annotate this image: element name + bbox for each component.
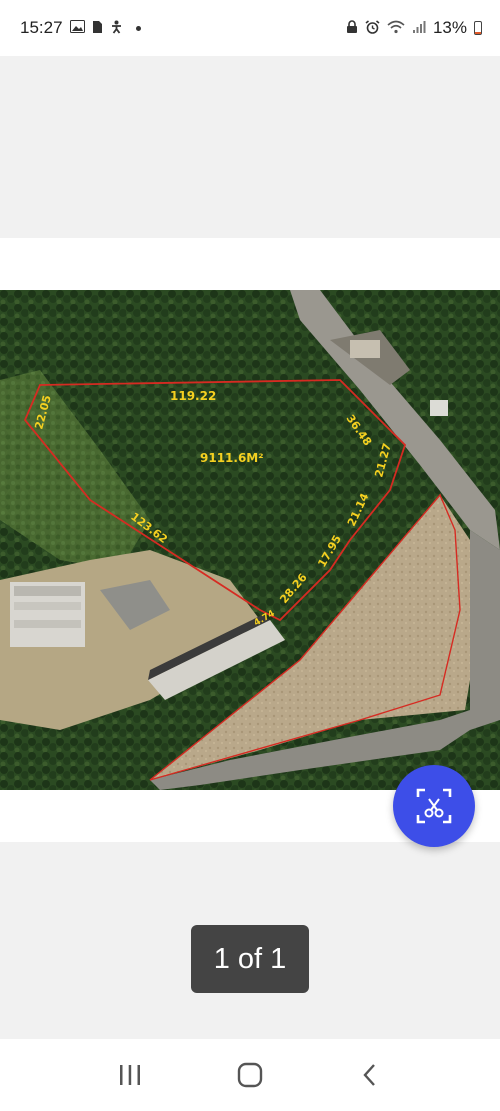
- screenshot-edit-button[interactable]: [393, 765, 475, 847]
- navigation-bar: [0, 1039, 500, 1111]
- dot-icon: [135, 25, 141, 31]
- battery-icon: [474, 21, 482, 35]
- sim-icon: [92, 20, 103, 37]
- page-counter: 1 of 1: [191, 925, 309, 993]
- battery-percent: 13%: [432, 18, 467, 37]
- accessibility-icon: [110, 20, 123, 37]
- back-icon: [363, 1064, 375, 1086]
- status-bar: 15:27 13%: [0, 0, 500, 56]
- status-right: 13%: [346, 18, 482, 38]
- label-top: 119.22: [170, 389, 216, 403]
- label-area: 9111.6M²: [200, 451, 264, 465]
- recent-apps-button[interactable]: [110, 1055, 150, 1095]
- home-icon: [237, 1062, 263, 1088]
- status-time: 15:27: [20, 18, 63, 37]
- gallery-icon: [69, 20, 85, 36]
- back-button[interactable]: [350, 1055, 390, 1095]
- alarm-icon: [365, 19, 380, 37]
- home-button[interactable]: [230, 1055, 270, 1095]
- satellite-map-image[interactable]: 119.22 22.05 36.48 21.27 21.14 17.95 28.…: [0, 290, 500, 790]
- status-left: 15:27: [20, 18, 141, 38]
- lock-icon: [346, 19, 358, 37]
- recent-apps-icon: [120, 1065, 140, 1085]
- battery-fill: [475, 32, 481, 34]
- wifi-icon: [387, 20, 405, 37]
- signal-icon: [412, 20, 426, 37]
- image-top-margin: [0, 238, 500, 290]
- screenshot-crop-icon: [416, 788, 452, 824]
